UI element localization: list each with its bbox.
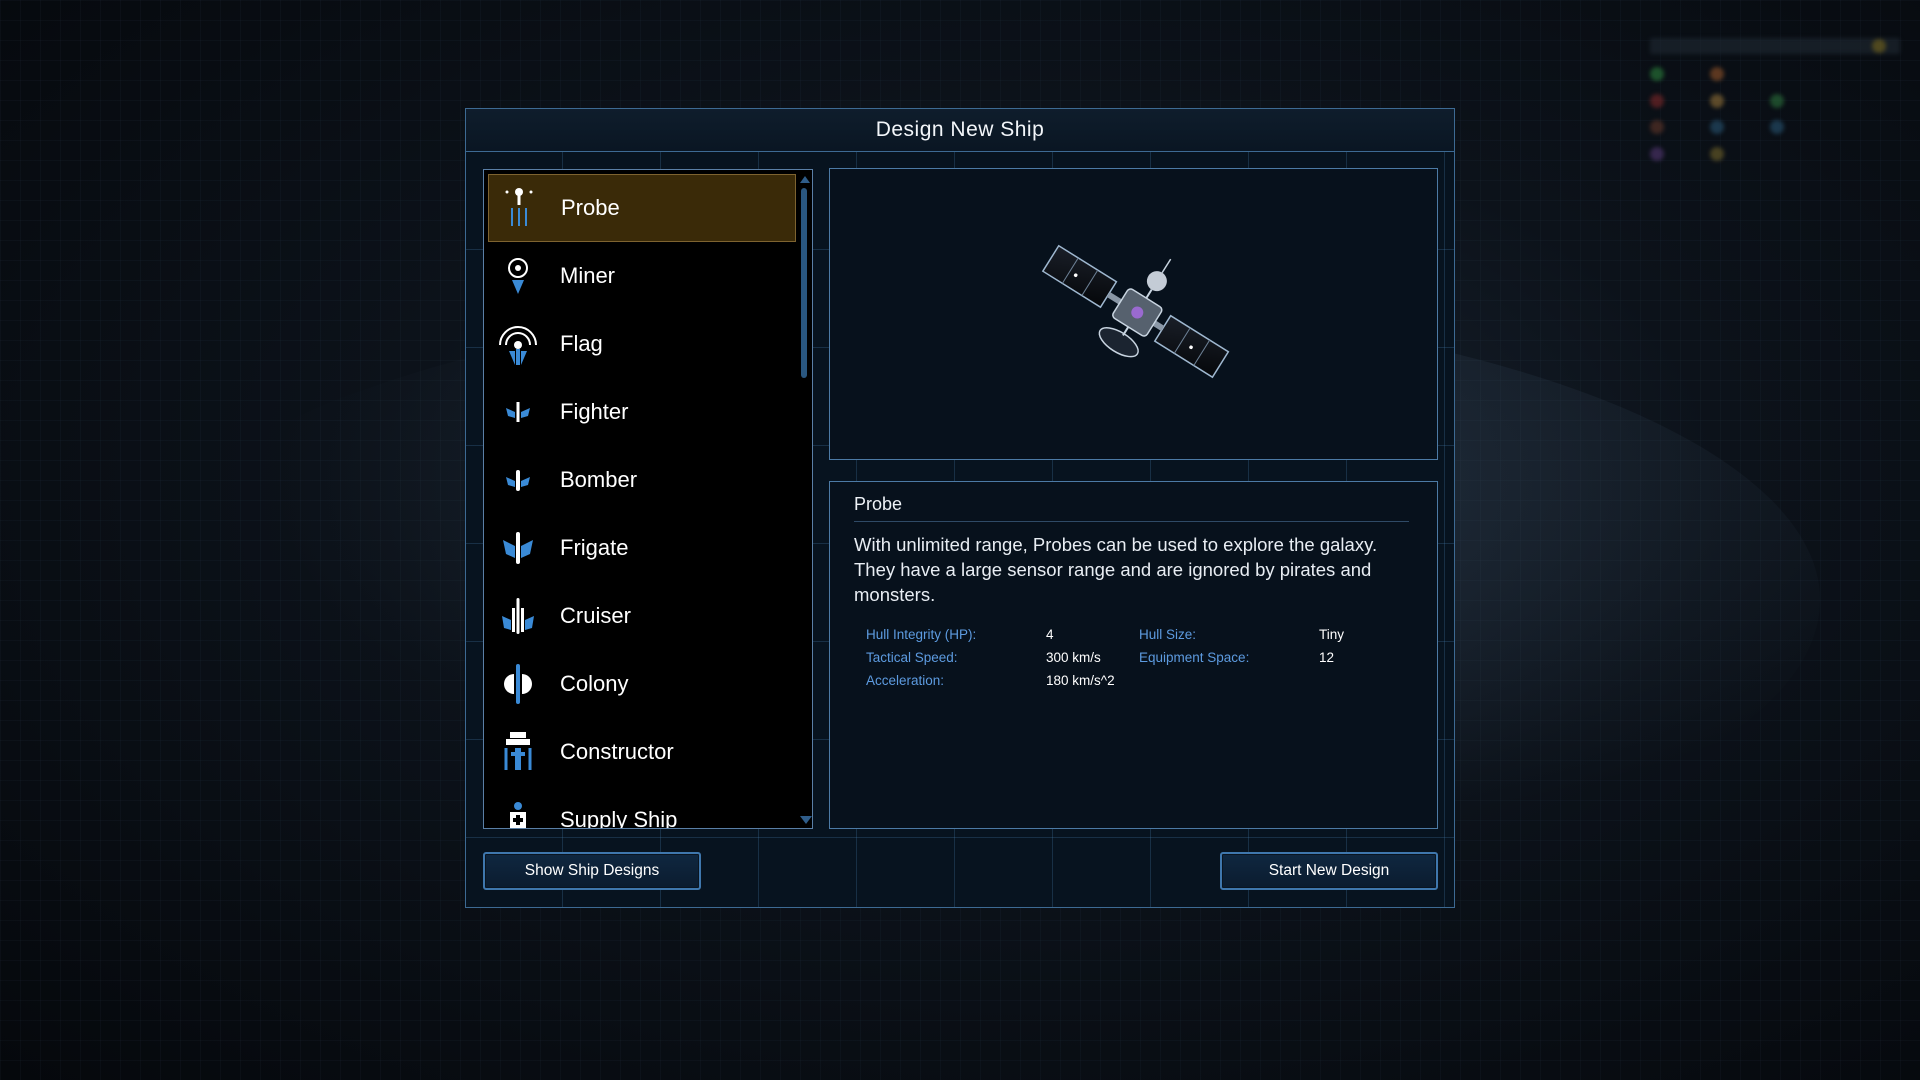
list-item-label: Frigate bbox=[560, 535, 629, 560]
ship-stats: Hull Integrity (HP): 4 Hull Size: Tiny T… bbox=[866, 627, 1413, 688]
list-scrollbar[interactable] bbox=[800, 176, 812, 824]
hud-row bbox=[1650, 66, 1900, 81]
list-item-label: Fighter bbox=[560, 399, 629, 424]
scroll-up-arrow[interactable] bbox=[800, 176, 810, 183]
acceleration-value: 180 km/s^2 bbox=[1046, 673, 1115, 688]
ship-name: Probe bbox=[854, 494, 1409, 522]
list-item-label: Colony bbox=[560, 671, 629, 696]
list-item-label: Supply Ship bbox=[560, 807, 678, 829]
scroll-down-arrow[interactable] bbox=[800, 816, 812, 824]
start-new-design-button[interactable]: Start New Design bbox=[1220, 852, 1438, 890]
tactical-speed-label: Tactical Speed: bbox=[866, 650, 958, 665]
list-item-label: Cruiser bbox=[560, 603, 631, 628]
acceleration-label: Acceleration: bbox=[866, 673, 945, 688]
hud-row bbox=[1650, 146, 1900, 162]
list-item-label: Constructor bbox=[560, 739, 674, 764]
list-item-label: Probe bbox=[561, 195, 620, 220]
list-item-fighter[interactable]: Fighter bbox=[488, 378, 796, 446]
miner-icon bbox=[488, 246, 548, 306]
cruiser-icon bbox=[488, 586, 548, 646]
frigate-icon bbox=[488, 518, 548, 578]
list-item-flag[interactable]: Flag bbox=[488, 310, 796, 378]
fighter-icon bbox=[488, 382, 548, 442]
list-item-label: Miner bbox=[560, 263, 616, 288]
hud-bar bbox=[1650, 38, 1900, 54]
probe-icon bbox=[489, 178, 549, 238]
flag-icon bbox=[488, 314, 548, 374]
ship-type-list[interactable]: Probe Miner Flag Fighter Bomber Frigate … bbox=[483, 169, 813, 829]
tactical-speed-value: 300 km/s bbox=[1046, 650, 1101, 665]
list-item-cruiser[interactable]: Cruiser bbox=[488, 582, 796, 650]
scroll-thumb[interactable] bbox=[801, 188, 807, 378]
equipment-space-label: Equipment Space: bbox=[1139, 650, 1250, 665]
constructor-icon bbox=[488, 722, 548, 782]
equipment-space-value: 12 bbox=[1319, 650, 1335, 665]
ship-preview bbox=[829, 168, 1438, 460]
list-item-label: Bomber bbox=[560, 467, 638, 492]
hull-size-value: Tiny bbox=[1319, 627, 1345, 642]
hull-integrity-value: 4 bbox=[1046, 627, 1054, 642]
supply-ship-icon bbox=[488, 790, 548, 828]
list-item-bomber[interactable]: Bomber bbox=[488, 446, 796, 514]
list-item-probe[interactable]: Probe bbox=[488, 174, 796, 242]
design-new-ship-dialog: Design New Ship Probe Miner Flag Fighter… bbox=[465, 108, 1455, 908]
ship-details-panel: Probe With unlimited range, Probes can b… bbox=[829, 481, 1438, 829]
colony-icon bbox=[488, 654, 548, 714]
ship-description: With unlimited range, Probes can be used… bbox=[854, 534, 1378, 605]
dialog-title: Design New Ship bbox=[875, 118, 1045, 141]
show-ship-designs-button[interactable]: Show Ship Designs bbox=[483, 852, 701, 890]
hud-row bbox=[1650, 120, 1900, 135]
list-item-colony[interactable]: Colony bbox=[488, 650, 796, 718]
list-item-frigate[interactable]: Frigate bbox=[488, 514, 796, 582]
hull-integrity-label: Hull Integrity (HP): bbox=[866, 627, 977, 642]
dialog-header: Design New Ship bbox=[466, 109, 1454, 152]
background-hud bbox=[1650, 28, 1900, 308]
list-item-label: Flag bbox=[560, 331, 603, 356]
list-item-supply-ship[interactable]: Supply Ship bbox=[488, 786, 796, 829]
list-item-miner[interactable]: Miner bbox=[488, 242, 796, 310]
bomber-icon bbox=[488, 450, 548, 510]
probe-satellite-image bbox=[1041, 244, 1229, 379]
list-item-constructor[interactable]: Constructor bbox=[488, 718, 796, 786]
hull-size-label: Hull Size: bbox=[1139, 627, 1197, 642]
hud-row bbox=[1650, 93, 1900, 108]
